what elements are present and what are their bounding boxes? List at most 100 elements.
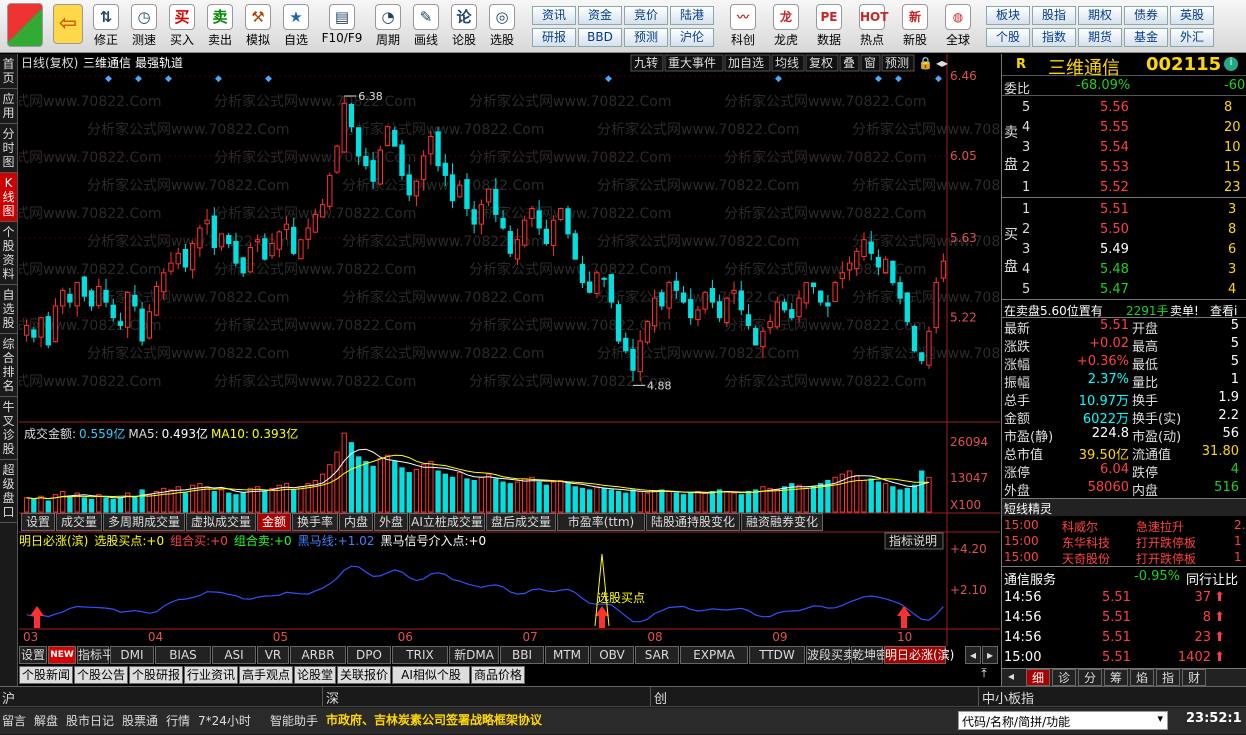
chart-button-4[interactable]: 复权 [805, 54, 839, 72]
news-tab-1[interactable]: 个股公告 [74, 666, 128, 684]
news-tab-2[interactable]: 个股研报 [129, 666, 183, 684]
market-index-1[interactable]: 深 [326, 688, 339, 707]
leftnav-item-5[interactable]: 自选股 [0, 285, 17, 334]
big-order-view-link[interactable]: 查看i [1210, 302, 1237, 319]
quick-button[interactable]: 资讯 [532, 6, 576, 25]
buy-order-row[interactable]: 2 5.50 8 [1002, 222, 1246, 240]
lock-icon[interactable]: 🔒 [918, 56, 933, 70]
kline-chart-area[interactable]: 分析家公式网www.70822.Com 分析家公式网www.70822.Com 分析… [0, 54, 1054, 646]
status-link-1[interactable]: 解盘 [34, 712, 58, 729]
industry-compare-button[interactable]: 同行让比 [1186, 569, 1238, 588]
market-button[interactable]: 英股 [1170, 6, 1214, 25]
leftnav-item-1[interactable]: 应用 [0, 89, 17, 124]
quick-button[interactable]: BBD [578, 28, 622, 47]
indicator-tab-15[interactable]: EXPMA [680, 646, 748, 664]
market-index-2[interactable]: 创 [654, 688, 667, 707]
volume-subtab-8[interactable]: AI立桩成交量 [409, 513, 485, 531]
news-tab-5[interactable]: 论股堂 [294, 666, 336, 684]
chart-button-3[interactable]: 均线 [771, 54, 805, 72]
toolbar-discuss-button[interactable]: 论论股 [446, 2, 482, 51]
volume-subtab-3[interactable]: 虚拟成交量 [186, 513, 256, 531]
quote-tab-2[interactable]: 分 [1078, 669, 1102, 686]
status-link-0[interactable]: 留言 [2, 712, 26, 729]
quick-button[interactable]: 陆港 [670, 6, 714, 25]
market-button[interactable]: 指数 [1032, 28, 1076, 47]
elf-stock[interactable]: 科威尔 [1062, 518, 1098, 535]
quick-button[interactable]: 竞价 [624, 6, 668, 25]
toolbar-dragon-tiger-button[interactable]: 龙龙虎 [765, 2, 807, 51]
quick-button[interactable]: 研报 [532, 28, 576, 47]
leftnav-item-7[interactable]: 牛叉诊股 [0, 397, 17, 460]
toolbar-period-button[interactable]: ◔ 周期 [370, 2, 406, 51]
quote-tab-5[interactable]: 指 [1156, 669, 1180, 686]
volume-subtab-4[interactable]: 金额 [257, 513, 291, 531]
indicator-tab-16[interactable]: TTDW [749, 646, 805, 664]
chart-button-0[interactable]: 九转 [630, 54, 664, 72]
toolbar-chart-select-button[interactable]: ◎ 选股 [484, 2, 520, 51]
toolbar-pencil-button[interactable]: ✎ 画线 [408, 2, 444, 51]
indicator-tab-5[interactable]: ASI [212, 646, 256, 664]
indicator-tab-8[interactable]: DPO [347, 646, 391, 664]
sell-order-row[interactable]: 5 5.56 8 [1002, 100, 1246, 118]
industry-name[interactable]: 通信服务 [1004, 569, 1056, 588]
kline-chart[interactable]: 分析家公式网www.70822.Com 分析家公式网www.70822.Com 分析… [0, 54, 1054, 646]
leftnav-item-6[interactable]: 综合排名 [0, 334, 17, 397]
volume-subtab-5[interactable]: 换手率 [292, 513, 338, 531]
market-index-3[interactable]: 中小板指 [982, 688, 1034, 707]
volume-subtab-10[interactable]: 市盈率(ttm) [557, 513, 645, 531]
pin-icon[interactable]: ⤒ [971, 666, 997, 684]
toolbar-sell-button[interactable]: 卖卖出 [202, 2, 238, 51]
leftnav-item-0[interactable]: 首页 [0, 54, 17, 89]
quote-tab-3[interactable]: 筹 [1104, 669, 1128, 686]
news-tab-7[interactable]: AI相似个股 [392, 666, 470, 684]
chart-button-6[interactable]: 窗 [860, 54, 881, 72]
indicator-tab-14[interactable]: SAR [635, 646, 679, 664]
status-link-6[interactable]: 智能助手 [270, 712, 318, 729]
leftnav-item-2[interactable]: 分时图 [0, 124, 17, 173]
quote-tab-0[interactable]: 细 [1026, 669, 1050, 686]
elf-stock[interactable]: 东华科技 [1062, 534, 1110, 551]
toolbar-star-button[interactable]: ★ 自选 [278, 2, 314, 51]
news-tab-8[interactable]: 商品价格 [471, 666, 525, 684]
leftnav-item-4[interactable]: 个股资料 [0, 222, 17, 285]
market-button[interactable]: 基金 [1124, 28, 1168, 47]
chart-button-2[interactable]: 加自选 [724, 54, 771, 72]
indicator-tab-6[interactable]: VR [257, 646, 289, 664]
volume-subtab-1[interactable]: 成交量 [56, 513, 102, 531]
toolbar-new-stock-button[interactable]: 新新股 [894, 2, 936, 51]
indicator-help-button[interactable]: 指标说明 [884, 532, 944, 550]
volume-subtab-9[interactable]: 盘后成交量 [486, 513, 556, 531]
toolbar-data-button[interactable]: PE 数据 [808, 2, 850, 51]
toolbar-kechuang-button[interactable]: 〰科创 [722, 2, 764, 51]
sell-order-row[interactable]: 4 5.55 20 [1002, 120, 1246, 138]
news-tab-0[interactable]: 个股新闻 [19, 666, 73, 684]
market-button[interactable]: 股指 [1032, 6, 1076, 25]
quote-tab-1[interactable]: 诊 [1052, 669, 1076, 686]
volume-subtab-11[interactable]: 陆股通持股变化 [646, 513, 740, 531]
search-box[interactable]: 代码/名称/简拼/功能 ▾ [958, 711, 1168, 730]
market-button[interactable]: 板块 [986, 6, 1030, 25]
volume-subtab-6[interactable]: 内盘 [339, 513, 373, 531]
indicator-tab-13[interactable]: OBV [590, 646, 634, 664]
market-button[interactable]: 债券 [1124, 6, 1168, 25]
volume-subtab-12[interactable]: 融资融券变化 [741, 513, 823, 531]
short-elf-title[interactable]: 短线精灵 [1004, 500, 1052, 517]
chart-button-1[interactable]: 重大事件 [664, 54, 724, 72]
volume-subtab-2[interactable]: 多周期成交量 [103, 513, 185, 531]
indicator-tab-7[interactable]: ARBR [290, 646, 346, 664]
volume-subtab-7[interactable]: 外盘 [374, 513, 408, 531]
news-tab-6[interactable]: 关联报价 [337, 666, 391, 684]
indicator-tab-12[interactable]: MTM [545, 646, 589, 664]
toolbar-hot-button[interactable]: HOT 热点 [851, 2, 893, 51]
indicator-tab-2[interactable]: 指标平台 [77, 646, 126, 664]
quote-tab-4[interactable]: 焰 [1130, 669, 1154, 686]
toolbar-clock-button[interactable]: ◷ 测速 [126, 2, 162, 51]
volume-subtab-0[interactable]: 设置 [21, 513, 55, 531]
quick-button[interactable]: 沪伦 [670, 28, 714, 47]
menu-arrow-icon[interactable]: ◂▸ [936, 56, 948, 70]
status-link-2[interactable]: 股市日记 [66, 712, 114, 729]
leftnav-item-8[interactable]: 超级盘口 [0, 460, 17, 523]
chart-button-5[interactable]: 叠 [839, 54, 860, 72]
scroll-left-icon[interactable]: ◂ [1008, 669, 1014, 683]
toolbar-buy-button[interactable]: 买买入 [164, 2, 200, 51]
